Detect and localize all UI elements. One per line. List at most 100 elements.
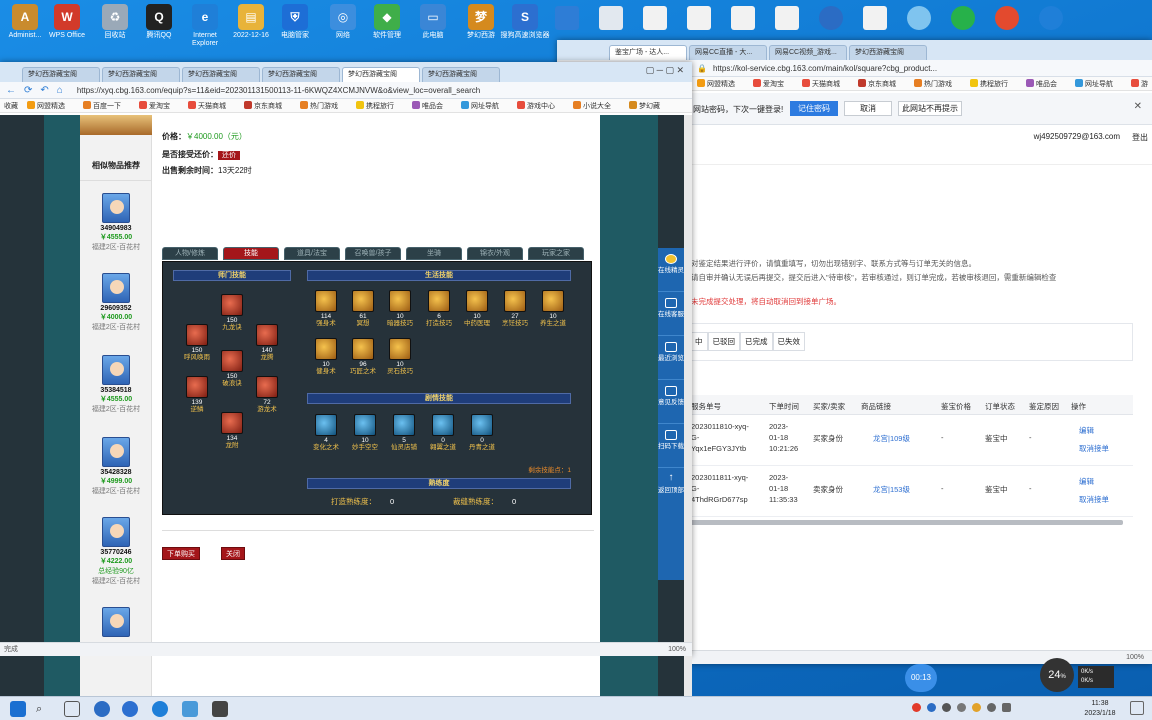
desktop-icon[interactable]: ♻ 回收站 (90, 0, 140, 40)
desktop-icon[interactable]: ▤ 2022-12-16 (226, 0, 276, 40)
side-feedback[interactable]: 意见反馈 (658, 380, 684, 424)
undo-icon[interactable]: ↶ (40, 85, 48, 96)
bookmark-item[interactable]: 网址导航 (1075, 78, 1122, 89)
tab-kol-square[interactable]: 鉴宝广场 - 达人... (609, 45, 687, 60)
desktop-icon[interactable]: 梦梦幻西游 (456, 0, 506, 40)
notification-icon[interactable] (1130, 701, 1144, 715)
bookmark-item[interactable]: 梦幻藏 (629, 100, 669, 111)
bookmark-item[interactable]: 京东商城 (244, 100, 291, 111)
bookmark-item[interactable]: 网盟精选 (697, 78, 744, 89)
bookmark-item[interactable]: 京东商城 (858, 78, 905, 89)
desktop-icon[interactable]: S 搜狗高速浏览器 (500, 0, 550, 40)
order-button[interactable]: 下单购买 (162, 547, 200, 560)
item-link[interactable]: 龙宫|153级 (873, 484, 910, 495)
document-icon[interactable] (643, 6, 667, 30)
bargain-button[interactable]: 还价 (218, 151, 240, 160)
cancel-button[interactable]: 取消 (844, 101, 892, 116)
skill[interactable]: 150 呼风唤雨 (177, 324, 217, 361)
app-taskbar-icon[interactable] (182, 701, 198, 717)
side-online-spirit[interactable]: 在线精灵 (658, 248, 684, 292)
skill[interactable]: 96 巧匠之术 (343, 338, 383, 375)
volume-icon[interactable] (987, 703, 996, 712)
kugou-icon[interactable] (819, 6, 843, 30)
skill[interactable]: 114 强身术 (306, 290, 346, 327)
tab-player-home[interactable]: 玩家之家 (528, 247, 584, 260)
skill[interactable]: 150 九龙诀 (212, 294, 252, 331)
desktop-app-icon[interactable] (555, 6, 579, 30)
left-address-bar[interactable]: ← ⟳ ↶ ⌂ https://xyq.cbg.163.com/equip?s=… (0, 82, 692, 99)
edit-link[interactable]: 编辑 (1079, 425, 1094, 436)
bookmark-item[interactable]: 热门游戏 (300, 100, 347, 111)
document-icon[interactable] (687, 6, 711, 30)
bookmark-item[interactable]: 唯品会 (412, 100, 452, 111)
status-tab-expired[interactable]: 已失效 (772, 332, 805, 351)
never-prompt-button[interactable]: 此网站不再提示 (898, 101, 962, 116)
start-icon[interactable] (10, 701, 26, 717)
zoom-level[interactable]: 100% (668, 643, 686, 656)
skill[interactable]: 10 灵石技巧 (380, 338, 420, 375)
status-tab-rejected[interactable]: 已驳回 (707, 332, 740, 351)
skill[interactable]: 139 逆鳞 (177, 376, 217, 413)
tab-cbg[interactable]: 梦幻西游藏宝阁 (849, 45, 927, 60)
side-online-service[interactable]: 在线客服 (658, 292, 684, 336)
skill[interactable]: 10 中药医理 (457, 290, 497, 327)
similar-item[interactable] (80, 607, 152, 637)
calculator-taskbar-icon[interactable] (212, 701, 228, 717)
skill[interactable]: 10 妙手空空 (345, 414, 385, 451)
similar-item[interactable]: 29609352 ￥4000.00 福建2区-百花村 (80, 273, 152, 332)
tab-items[interactable]: 道具/法宝 (284, 247, 340, 260)
zoom-level[interactable]: 100% (1126, 654, 1144, 661)
task-view-icon[interactable] (64, 701, 80, 717)
bookmark-item[interactable]: 游戏中心 (517, 100, 564, 111)
tray-icon[interactable] (957, 703, 966, 712)
skill[interactable]: 72 游龙术 (247, 376, 287, 413)
tab-outfits[interactable]: 锦衣/外观 (467, 247, 523, 260)
wechat-icon[interactable] (951, 6, 975, 30)
cpu-widget[interactable]: 24% (1040, 658, 1074, 692)
item-link[interactable]: 龙宫|109级 (873, 433, 910, 444)
vertical-scrollbar[interactable] (684, 115, 692, 704)
similar-item[interactable]: 34904983 ￥4555.00 福建2区-百花村 (80, 193, 152, 252)
bookmark-item[interactable]: 百度一下 (83, 100, 130, 111)
bookmark-item[interactable]: 网址导航 (461, 100, 508, 111)
bookmark-item[interactable]: 天猫商城 (188, 100, 235, 111)
close-icon[interactable]: ✕ (1134, 101, 1142, 112)
cancel-order-link[interactable]: 取消接单 (1079, 443, 1109, 454)
similar-item[interactable]: 35384518 ￥4555.00 福建2区-百花村 (80, 355, 152, 414)
logout-link[interactable]: 登出 (1132, 132, 1148, 143)
refresh-icon[interactable]: ⟳ (24, 85, 32, 96)
tab-cbg[interactable]: 梦幻西游藏宝阁 (262, 67, 340, 82)
document-icon[interactable] (863, 6, 887, 30)
skill[interactable]: 140 龙腾 (247, 324, 287, 361)
skill[interactable]: 10 暗器技巧 (380, 290, 420, 327)
clock[interactable]: 11:38 2023/1/18 (1078, 699, 1122, 719)
side-download[interactable]: 扫码下载 (658, 424, 684, 468)
similar-item[interactable]: 35428328 ￥4999.00 福建2区-百花村 (80, 437, 152, 496)
tray-icon[interactable] (972, 703, 981, 712)
tray-icon[interactable] (912, 703, 921, 712)
desktop-icon[interactable]: ⛨ 电脑管家 (270, 0, 320, 40)
skill[interactable]: 5 仙灵店铺 (384, 414, 424, 451)
bookmark-item[interactable]: 爱淘宝 (753, 78, 793, 89)
tab-skills[interactable]: 技能 (223, 247, 279, 260)
skill[interactable]: 4 变化之术 (306, 414, 346, 451)
skill[interactable]: 0 丹青之道 (462, 414, 502, 451)
ie-taskbar-icon[interactable] (152, 701, 168, 717)
tray-icon[interactable] (942, 703, 951, 712)
network-icon[interactable] (1002, 703, 1011, 712)
skill[interactable]: 150 破浪诀 (212, 350, 252, 387)
document-icon[interactable] (731, 6, 755, 30)
tab-cc-live[interactable]: 网易CC直播 - 大... (689, 45, 767, 60)
tab-cc-video[interactable]: 网易CC视频_游戏... (769, 45, 847, 60)
bookmark-item[interactable]: 收藏 (4, 101, 18, 111)
cancel-order-link[interactable]: 取消接单 (1079, 494, 1109, 505)
bookmark-item[interactable]: 唯品会 (1026, 78, 1066, 89)
status-tab-pending[interactable]: 中 (690, 332, 708, 351)
bookmark-item[interactable]: 小说大全 (573, 100, 620, 111)
side-recent[interactable]: 最近浏览 (658, 336, 684, 380)
side-back-top[interactable]: ↑ 返回顶部 (658, 468, 684, 512)
document-icon[interactable] (775, 6, 799, 30)
cloud-icon[interactable] (907, 6, 931, 30)
tab-cbg[interactable]: 梦幻西游藏宝阁 (22, 67, 100, 82)
tab-cbg[interactable]: 梦幻西游藏宝阁 (422, 67, 500, 82)
